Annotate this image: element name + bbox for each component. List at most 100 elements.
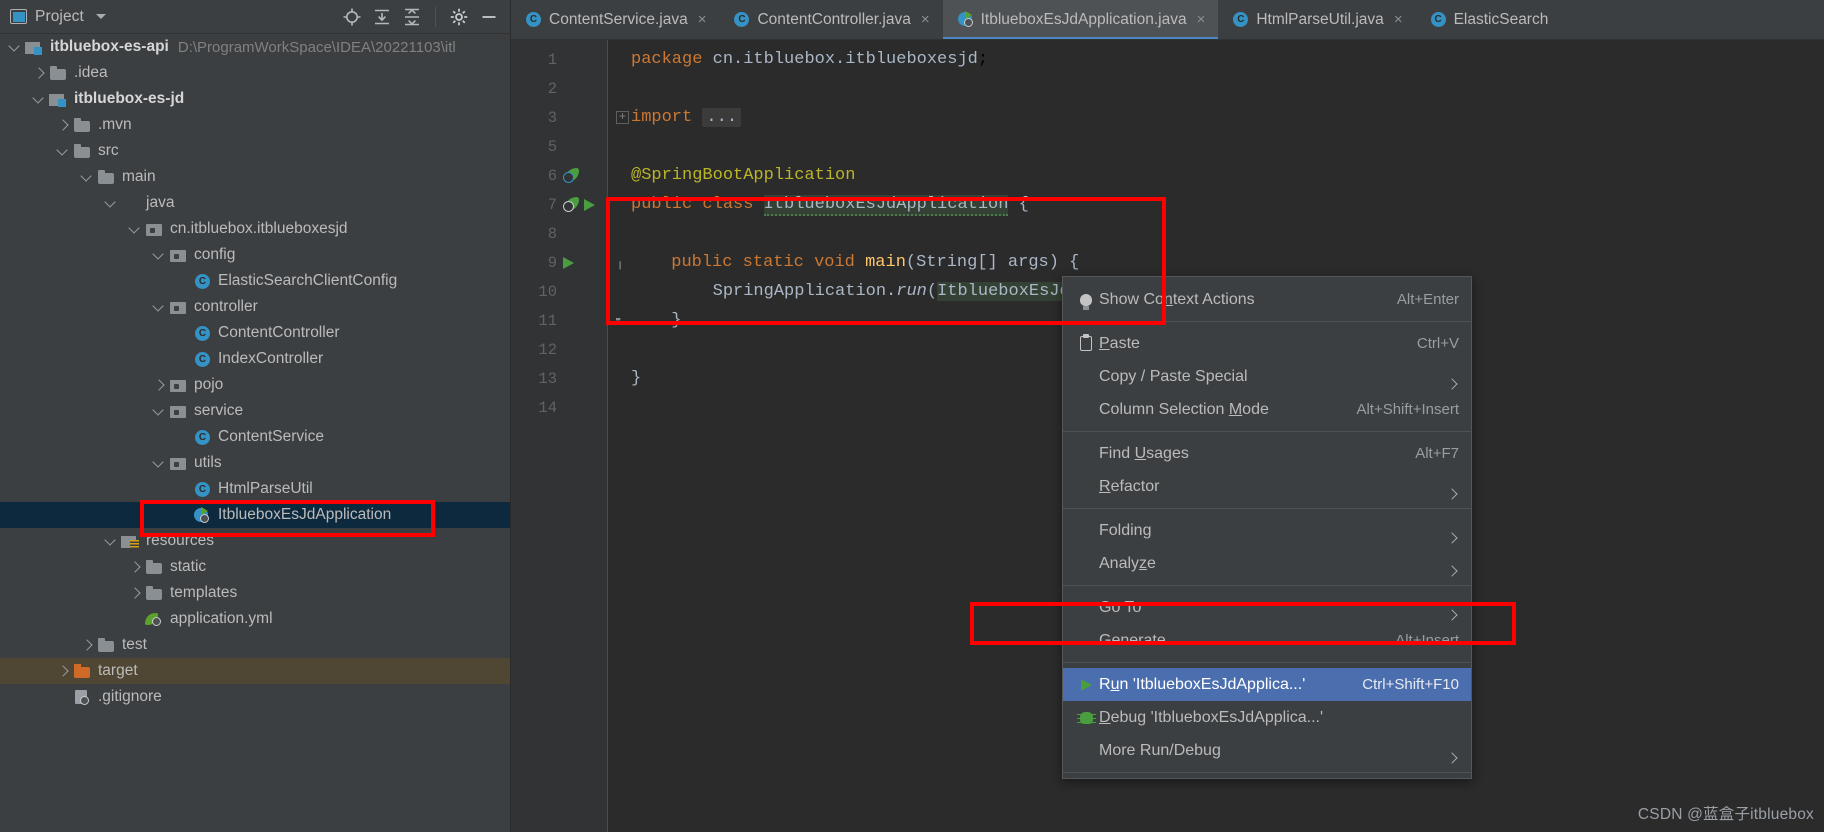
menu-item-debug-itblueboxesjdapplica[interactable]: Debug 'ItblueboxEsJdApplica...' [1063,701,1471,734]
spring-bean-gutter-icon[interactable] [563,167,580,184]
menu-item-go-to[interactable]: Go To [1063,591,1471,624]
tree-node-idea[interactable]: .idea [0,60,510,86]
code-line[interactable]: } [608,364,641,393]
editor-context-menu[interactable]: Show Context Actions Alt+Enter Paste Ctrl+V… [1062,276,1472,779]
tree-node-target[interactable]: target [0,658,510,684]
menu-item-folding[interactable]: Folding [1063,514,1471,547]
spring-bean-gutter-icon[interactable] [563,196,580,213]
close-icon[interactable]: × [1394,11,1403,28]
tree-node-contentcontroller[interactable]: ContentController [0,320,510,346]
menu-item-find-usages[interactable]: Find Usages Alt+F7 [1063,437,1471,470]
chevron-down-icon[interactable] [56,144,70,158]
run-gutter-icon[interactable] [563,256,574,269]
chevron-down-icon[interactable] [152,300,166,314]
menu-item-column-selection-mode[interactable]: Column Selection Mode Alt+Shift+Insert [1063,393,1471,426]
excluded-folder-icon [73,663,92,680]
menu-item-analyze[interactable]: Analyze [1063,547,1471,580]
tree-node-mvn[interactable]: .mvn [0,112,510,138]
chevron-down-icon[interactable] [152,456,166,470]
collapse-all-icon[interactable] [399,4,425,30]
tree-node-utils[interactable]: utils [0,450,510,476]
tree-node-indexcontroller[interactable]: IndexController [0,346,510,372]
editor-tab-contentcontroller[interactable]: ContentController.java × [719,0,942,39]
chevron-down-icon[interactable] [95,14,106,19]
code-line[interactable]: ╷ public static void main(String[] args)… [608,248,1079,277]
tree-node-config[interactable]: config [0,242,510,268]
module-folder-icon [49,91,68,108]
tree-node-label: resources [146,532,215,549]
tree-node-main[interactable]: main [0,164,510,190]
tree-node-templates[interactable]: templates [0,580,510,606]
code-line[interactable]: @SpringBootApplication [608,161,855,190]
editor-gutter[interactable]: 1 2 3 5 6 7 8 9 10 11 12 13 14 [511,40,608,832]
minimize-icon[interactable] [476,4,502,30]
chevron-right-icon[interactable] [80,638,94,652]
code-line[interactable] [608,74,631,103]
editor-tab-htmlparseutil[interactable]: HtmlParseUtil.java × [1218,0,1415,39]
gutter-line: 11 [511,306,608,335]
menu-item-paste[interactable]: Paste Ctrl+V [1063,327,1471,360]
fold-expand-icon[interactable]: + [616,111,629,124]
menu-item-generate[interactable]: Generate... Alt+Insert [1063,624,1471,657]
code-line[interactable]: public class ItblueboxEsJdApplication { [608,190,1029,219]
menu-item-refactor[interactable]: Refactor [1063,470,1471,503]
chevron-right-icon[interactable] [128,560,142,574]
tree-node-cn-itbluebox-itblueboxesjd[interactable]: cn.itbluebox.itblueboxesjd [0,216,510,242]
chevron-down-icon[interactable] [152,404,166,418]
chevron-right-icon[interactable] [128,586,142,600]
tree-node-contentservice[interactable]: ContentService [0,424,510,450]
tree-node-pojo[interactable]: pojo [0,372,510,398]
tree-node-itblueboxesjdapplication[interactable]: ItblueboxEsJdApplication [0,502,510,528]
tree-node-controller[interactable]: controller [0,294,510,320]
chevron-down-icon[interactable] [32,92,46,106]
chevron-down-icon[interactable] [104,196,118,210]
close-icon[interactable]: × [921,11,930,28]
tree-node-gitignore[interactable]: .gitignore [0,684,510,710]
gear-icon[interactable] [446,4,472,30]
editor-tab-elasticsearch[interactable]: ElasticSearch [1416,0,1562,39]
locate-icon[interactable] [339,4,365,30]
editor-tab-contentservice[interactable]: ContentService.java × [511,0,719,39]
expand-all-icon[interactable] [369,4,395,30]
code-line[interactable]: + import ... [608,103,742,132]
chevron-down-icon[interactable] [152,248,166,262]
code-line[interactable] [608,393,631,422]
editor-tab-itblueboxesjdapplication[interactable]: ItblueboxEsJdApplication.java × [942,0,1219,39]
tree-node-test[interactable]: test [0,632,510,658]
code-line[interactable] [608,219,631,248]
menu-item-more-run-debug[interactable]: More Run/Debug [1063,734,1471,767]
code-line[interactable] [608,335,631,364]
fold-region-end-icon[interactable]: ╸ [616,312,624,329]
code-line[interactable]: ╸ } [608,306,681,335]
watermark-text: CSDN @蓝盒子itbluebox [1637,806,1814,823]
tree-node-resources[interactable]: resources [0,528,510,554]
tree-node-htmlparseutil[interactable]: HtmlParseUtil [0,476,510,502]
menu-item-run-itblueboxesjdapplica[interactable]: Run 'ItblueboxEsJdApplica...' Ctrl+Shift+… [1063,668,1471,701]
chevron-down-icon[interactable] [128,222,142,236]
close-icon[interactable]: × [698,11,707,28]
chevron-down-icon[interactable] [80,170,94,184]
chevron-right-icon[interactable] [152,378,166,392]
tree-node-static[interactable]: static [0,554,510,580]
menu-item-copy-paste-special[interactable]: Copy / Paste Special [1063,360,1471,393]
close-icon[interactable]: × [1197,11,1206,28]
project-view-selector[interactable]: Project [10,8,106,26]
code-line[interactable]: package cn.itbluebox.itblueboxesjd; [608,45,988,74]
menu-item-show-context-actions[interactable]: Show Context Actions Alt+Enter [1063,283,1471,316]
chevron-down-icon[interactable] [104,534,118,548]
code-line[interactable] [608,132,631,161]
tree-node-src[interactable]: src [0,138,510,164]
chevron-right-icon[interactable] [56,118,70,132]
tree-node-service[interactable]: service [0,398,510,424]
tree-node-itbluebox-es-jd[interactable]: itbluebox-es-jd [0,86,510,112]
tree-node-elasticsearchclientconfig[interactable]: ElasticSearchClientConfig [0,268,510,294]
chevron-right-icon[interactable] [32,66,46,80]
tree-node-application-yml[interactable]: application.yml [0,606,510,632]
project-tree[interactable]: itbluebox-es-api D:\ProgramWorkSpace\IDEA… [0,34,510,832]
tree-node-java[interactable]: java [0,190,510,216]
chevron-down-icon[interactable] [8,40,22,54]
run-gutter-icon[interactable] [584,198,595,211]
chevron-right-icon[interactable] [56,664,70,678]
tree-node-itbluebox-es-api[interactable]: itbluebox-es-api D:\ProgramWorkSpace\IDEA… [0,34,510,60]
fold-region-icon[interactable]: ╷ [616,254,624,271]
